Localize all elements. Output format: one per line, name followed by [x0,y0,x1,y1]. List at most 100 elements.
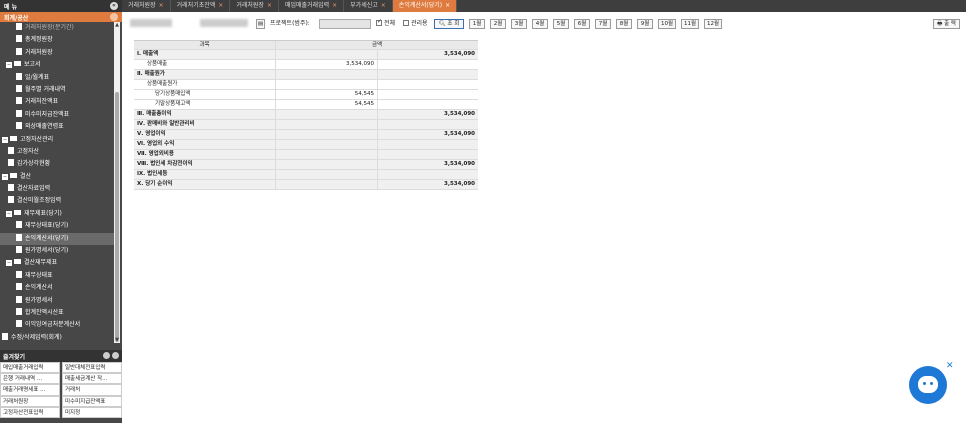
close-tab-icon[interactable]: × [332,2,337,9]
search-button[interactable]: 🔍︎ 조 회 [434,19,464,29]
favorite-item[interactable]: 은행 거래내역 ... [0,373,60,385]
sub-amount-cell [276,50,378,59]
chatbot-close-icon[interactable]: ✕ [946,362,954,371]
collapse-toggle-icon[interactable]: − [6,62,12,69]
tree-item[interactable]: 수정/삭제입력(회계) [0,332,114,343]
sidebar-section-header[interactable]: 회계/공산 [0,12,122,22]
tree-item[interactable]: 원가명세서(당기) [0,245,114,257]
tree-item[interactable]: 결산자료입력 [0,183,114,195]
favorites-collapse-icon[interactable] [112,351,119,359]
table-row[interactable]: Ⅴ. 영업이익 3,534,090 [134,130,478,140]
chatbot-bear-icon[interactable] [909,366,947,404]
close-tab-icon[interactable]: × [218,2,223,9]
tab[interactable]: 매입매출거래입력 × [279,0,345,12]
favorite-item[interactable]: 매출세금계산 작... [62,373,122,385]
collapse-toggle-icon[interactable]: − [6,210,12,217]
manager-checkbox[interactable] [403,20,409,26]
close-tab-icon[interactable]: × [267,2,272,9]
section-toggle-icon[interactable] [110,13,118,21]
scroll-down-icon[interactable]: ▼ [114,337,120,343]
tree-item[interactable]: 손익계산서(당기) [0,232,114,246]
month-button[interactable]: 11월 [681,19,699,29]
tree-folder[interactable]: − 결산 [0,171,114,183]
favorite-item[interactable]: 미지정 [62,406,122,418]
favorite-item[interactable]: 고정자산전표입력 [0,406,60,418]
calendar-icon[interactable]: ▤ [256,19,265,29]
project-input[interactable] [319,19,371,29]
table-row[interactable]: Ⅱ. 매출원가 [134,70,478,80]
month-button[interactable]: 6월 [574,19,590,29]
menu-tree-scrollbar[interactable]: ▲ ▼ [114,22,120,343]
month-button[interactable]: 2월 [490,19,506,29]
month-button[interactable]: 4월 [532,19,548,29]
table-row[interactable]: Ⅳ. 판매비와 일반관리비 [134,120,478,130]
close-tab-icon[interactable]: × [445,2,450,9]
favorite-item[interactable]: 미수미지급잔액표 [62,395,122,407]
table-row[interactable]: Ⅷ. 법인세 차감전이익 3,534,090 [134,160,478,170]
month-button[interactable]: 5월 [553,19,569,29]
table-row[interactable]: 당기상품매입액 54,545 [134,90,478,100]
month-button[interactable]: 9월 [637,19,653,29]
collapse-toggle-icon[interactable]: − [6,260,12,267]
favorite-item[interactable]: 일반대체전표입력 [62,362,122,374]
scrollbar-thumb[interactable] [115,92,119,342]
tree-item[interactable]: 일/월계표 [0,72,114,84]
table-row[interactable]: 기말상품재고액 54,545 [134,100,478,110]
table-row[interactable]: Ⅰ. 매출액 3,534,090 [134,50,478,60]
table-row[interactable]: Ⅶ. 영업외비용 [134,150,478,160]
tree-item[interactable]: 거래처원장 [0,47,114,59]
month-button[interactable]: 7월 [595,19,611,29]
tree-folder[interactable]: − 보고서 [0,59,114,71]
tab[interactable]: 거래처원장 × [122,0,171,12]
tree-item[interactable]: 고정자산 [0,146,114,158]
tree-folder[interactable]: − 고정자산관리 [0,134,114,146]
tree-item[interactable]: 이익잉여금처분계산서 [0,319,114,331]
favorites-settings-icon[interactable] [103,351,110,359]
table-row[interactable]: Ⅸ. 법인세등 [134,170,478,180]
tree-item[interactable]: 거래처잔액표 [0,96,114,108]
document-icon [16,23,22,30]
tab[interactable]: 부가세신고 × [344,0,393,12]
favorite-item[interactable]: 거래처 [62,384,122,396]
tree-item[interactable]: 결산미월조정입력 [0,195,114,207]
tree-item[interactable]: 외상매출연령표 [0,121,114,133]
tree-item-label: 감가상각현황 [17,160,51,168]
table-row[interactable]: 상품매출원가 [134,80,478,90]
month-button[interactable]: 10월 [658,19,676,29]
all-checkbox[interactable] [376,18,382,26]
tree-item[interactable]: 총계정원장 [0,34,114,46]
tree-folder[interactable]: − 재무제표(당기) [0,208,114,220]
tree-item[interactable]: 재무상태표(당기) [0,220,114,232]
table-row[interactable]: Ⅹ. 당기 순이익 3,534,090 [134,180,478,190]
tree-item[interactable]: 원가명세서 [0,295,114,307]
collapse-toggle-icon[interactable]: − [2,136,8,143]
favorite-item[interactable]: 매출거래명세표 ... [0,384,60,396]
table-row[interactable]: Ⅲ. 매출총이익 3,534,090 [134,110,478,120]
close-tab-icon[interactable]: × [381,2,386,9]
collapse-toggle-icon[interactable]: − [2,173,8,180]
tree-item[interactable]: 미수미지급잔액표 [0,109,114,121]
favorite-item[interactable]: 거래처원장 [0,395,60,407]
month-button[interactable]: 3월 [511,19,527,29]
tree-item[interactable]: 손익계산서 [0,282,114,294]
month-button[interactable]: 1월 [469,19,485,29]
document-icon [16,97,22,105]
tree-item[interactable]: 합계잔액시산표 [0,307,114,319]
tab[interactable]: 손익계산서(당기) × [392,0,458,12]
tab[interactable]: 거래처기초잔액 × [171,0,231,12]
table-row[interactable]: 상품매출 3,534,090 [134,60,478,70]
scroll-up-icon[interactable]: ▲ [114,22,120,28]
tree-item[interactable]: 재무상태표 [0,270,114,282]
month-button[interactable]: 8월 [616,19,632,29]
tree-item[interactable]: 감가상각현황 [0,158,114,170]
tree-item[interactable]: 월주별 거래내역 [0,84,114,96]
table-row[interactable]: Ⅵ. 영업외 수익 [134,140,478,150]
tree-folder[interactable]: − 결산재무제표 [0,257,114,269]
month-button[interactable]: 12월 [704,19,722,29]
tree-item[interactable]: 거래처원장(분기간) [0,22,114,34]
collapse-sidebar-icon[interactable]: « [110,2,118,10]
print-button[interactable]: 🖶 출 력 [933,19,960,29]
close-tab-icon[interactable]: × [159,2,164,9]
favorite-item[interactable]: 매입매출거래입력 [0,362,60,374]
tab[interactable]: 거래처원장 × [230,0,279,12]
